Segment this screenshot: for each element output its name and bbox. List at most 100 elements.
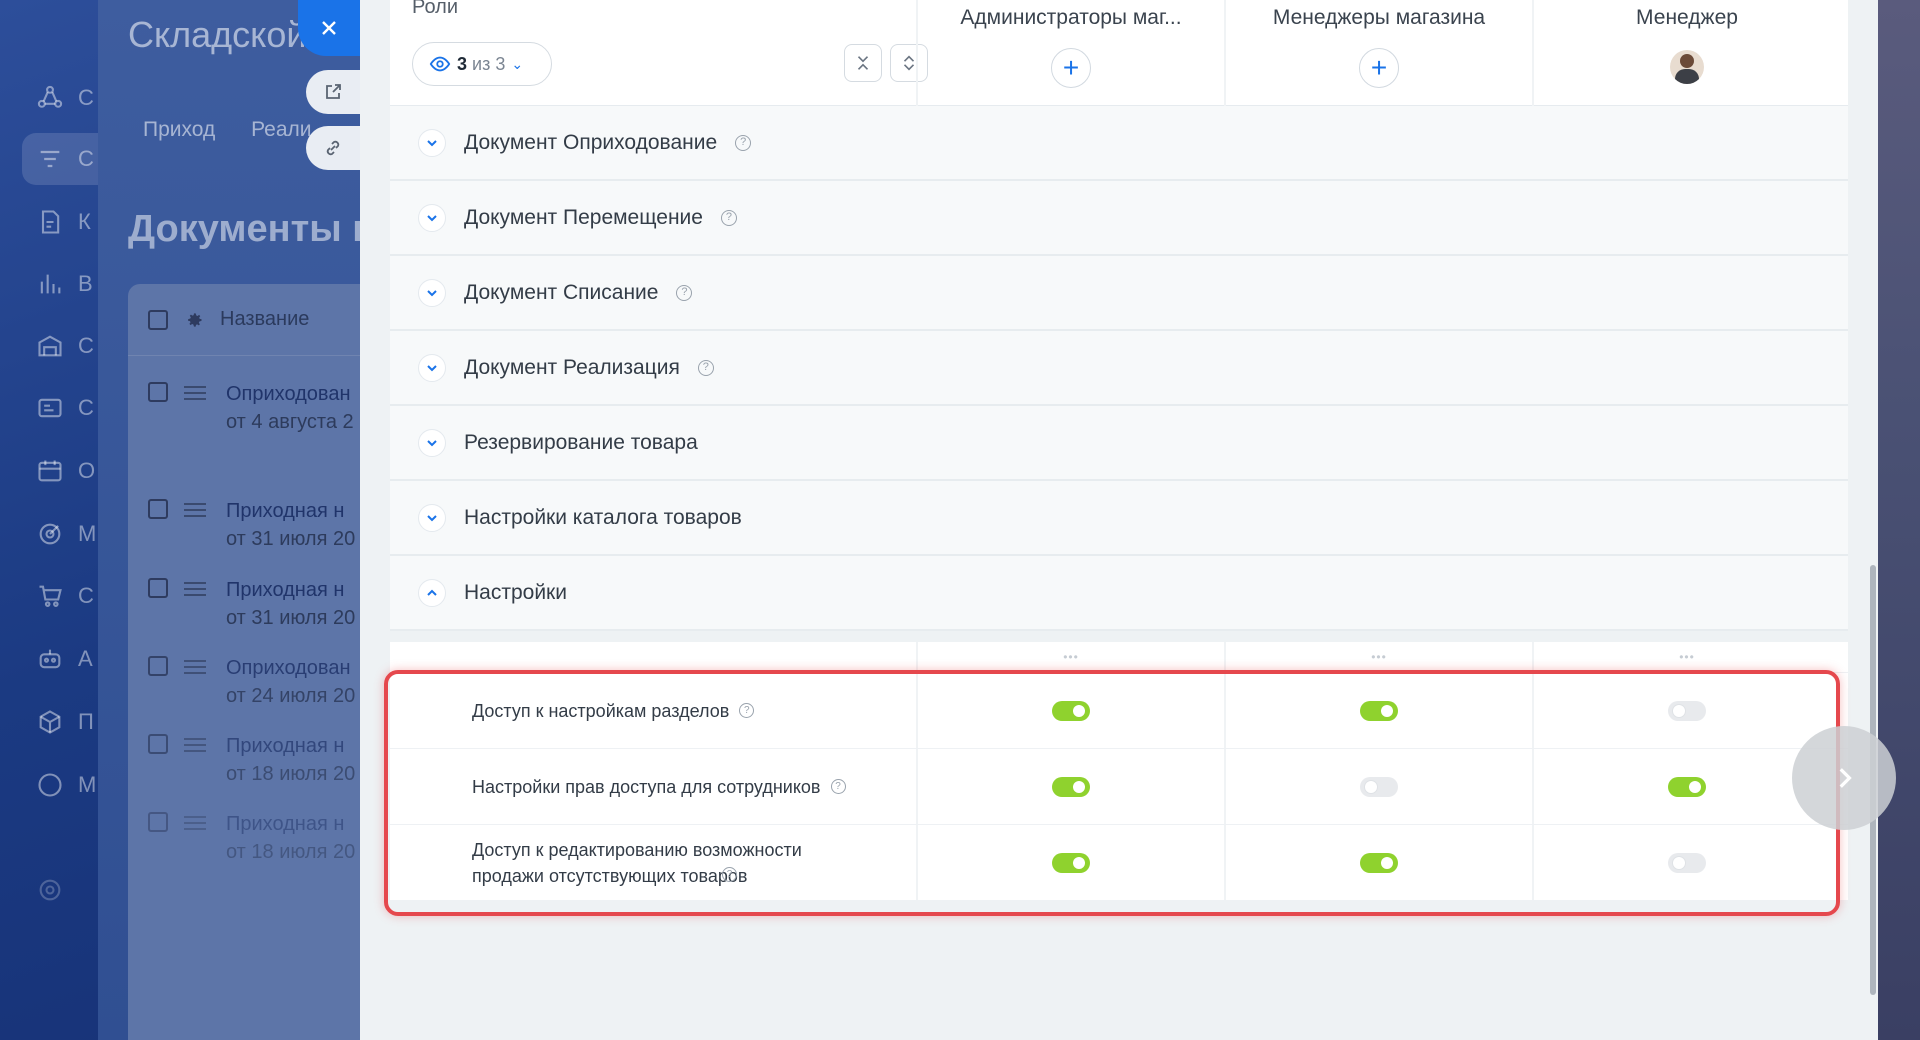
network-icon xyxy=(37,85,63,108)
close-slider-button[interactable] xyxy=(298,0,360,56)
role-name[interactable]: Менеджеры магазина xyxy=(1226,0,1532,30)
rail-item[interactable]: О xyxy=(22,445,98,497)
tab-income[interactable]: Приход xyxy=(143,118,215,141)
avatar[interactable] xyxy=(1670,50,1704,84)
rail-item-settings[interactable] xyxy=(22,864,98,916)
section-label: Настройки xyxy=(464,580,567,604)
section-row[interactable]: Документ Оприходование ? xyxy=(390,106,1848,181)
roles-visibility-selector[interactable]: 3 из 3 ⌄ xyxy=(412,42,552,86)
chevron-down-icon[interactable] xyxy=(418,503,446,532)
plus-icon: + xyxy=(1062,52,1080,83)
rail-item[interactable]: М xyxy=(22,759,98,811)
section-row[interactable]: Документ Реализация ? xyxy=(390,331,1848,406)
menu-icon[interactable] xyxy=(184,386,206,436)
permission-toggle[interactable] xyxy=(1668,776,1706,797)
row-checkbox[interactable] xyxy=(148,812,168,832)
row-checkbox[interactable] xyxy=(148,734,168,754)
chevron-down-icon[interactable] xyxy=(418,353,446,382)
rail-item[interactable]: К xyxy=(22,196,98,248)
copy-link-button[interactable] xyxy=(306,126,360,170)
chevron-down-icon[interactable] xyxy=(418,203,446,232)
filter-icon xyxy=(40,150,60,168)
rail-item[interactable]: М xyxy=(22,508,98,560)
section-row[interactable]: Документ Перемещение ? xyxy=(390,181,1848,256)
permission-toggle[interactable] xyxy=(1668,700,1706,721)
rail-item-active[interactable]: С xyxy=(22,133,98,185)
permission-toggle[interactable] xyxy=(1360,700,1398,721)
chevron-down-icon[interactable] xyxy=(418,128,446,157)
tab-sales[interactable]: Реали xyxy=(251,118,311,141)
table-row[interactable]: Оприходован от 24 июля 20 xyxy=(148,654,355,710)
question-icon[interactable]: ? xyxy=(739,703,755,718)
rail-item[interactable]: С xyxy=(22,72,98,124)
cube-icon xyxy=(39,710,61,734)
question-icon[interactable]: ? xyxy=(676,284,693,301)
more-icon[interactable]: ••• xyxy=(1224,642,1532,672)
more-icon[interactable]: ••• xyxy=(916,642,1224,672)
row-checkbox[interactable] xyxy=(148,578,168,598)
table-row[interactable]: Приходная н от 18 июля 20 xyxy=(148,810,355,866)
permission-toggle[interactable] xyxy=(1668,852,1706,873)
role-name[interactable]: Менеджер xyxy=(1534,0,1840,30)
gear-icon[interactable] xyxy=(184,310,204,330)
calendar-icon xyxy=(38,460,62,482)
question-icon[interactable]: ? xyxy=(735,134,752,151)
permission-toggle[interactable] xyxy=(1052,852,1090,873)
open-in-new-window-button[interactable] xyxy=(306,70,360,114)
eye-icon xyxy=(429,56,451,72)
roles-header: Роли 3 из 3 ⌄ Администраторы маг... + Ме… xyxy=(390,0,1848,106)
permission-toggle[interactable] xyxy=(1360,776,1398,797)
chevron-down-icon[interactable] xyxy=(418,278,446,307)
chevron-down-icon[interactable] xyxy=(418,428,446,457)
role-column-header: Менеджер xyxy=(1532,0,1840,106)
table-row[interactable]: Приходная н от 18 июля 20 xyxy=(148,732,355,788)
permission-label: Настройки прав доступа для сотрудников ? xyxy=(390,749,916,824)
panel-scrollbar[interactable] xyxy=(1868,0,1878,1040)
permission-label: Доступ к редактированию возможности прод… xyxy=(472,839,802,886)
rail-item[interactable]: А xyxy=(22,633,98,685)
table-row[interactable]: Приходная н от 31 июля 20 xyxy=(148,576,355,632)
role-name[interactable]: Администраторы маг... xyxy=(918,0,1224,30)
permission-toggle[interactable] xyxy=(1052,776,1090,797)
section-row[interactable]: Настройки каталога товаров xyxy=(390,481,1848,556)
more-icon[interactable]: ••• xyxy=(1532,642,1840,672)
permission-row: Доступ к редактированию возможности прод… xyxy=(390,824,1848,900)
rail-item[interactable]: С xyxy=(22,382,98,434)
row-checkbox[interactable] xyxy=(148,382,168,402)
row-checkbox[interactable] xyxy=(148,499,168,519)
select-all-checkbox[interactable] xyxy=(148,309,168,330)
menu-icon[interactable] xyxy=(184,660,206,710)
add-member-button[interactable]: + xyxy=(1359,48,1399,88)
menu-icon[interactable] xyxy=(184,738,206,788)
table-row[interactable]: Оприходован от 4 августа 2 xyxy=(148,380,354,436)
menu-icon[interactable] xyxy=(184,582,206,632)
left-rail: С С К В С С О М С А П М xyxy=(0,0,98,1040)
section-row-expanded[interactable]: Настройки xyxy=(390,556,1848,631)
rail-item[interactable]: П xyxy=(22,696,98,748)
collapse-all-button[interactable] xyxy=(844,44,882,82)
question-icon[interactable]: ? xyxy=(720,209,737,226)
question-icon[interactable]: ? xyxy=(722,867,737,882)
menu-icon[interactable] xyxy=(184,816,206,866)
add-member-button[interactable]: + xyxy=(1051,48,1091,88)
question-icon[interactable]: ? xyxy=(830,779,846,794)
section-label: Документ Реализация xyxy=(464,355,680,379)
section-row[interactable]: Документ Списание ? xyxy=(390,256,1848,331)
section-label: Документ Перемещение xyxy=(464,205,703,229)
rail-item[interactable]: С xyxy=(22,570,98,622)
permission-toggle[interactable] xyxy=(1052,700,1090,721)
section-row[interactable]: Резервирование товара xyxy=(390,406,1848,481)
rail-item[interactable]: В xyxy=(22,258,98,310)
settings-permissions-table: ••• ••• ••• Доступ к настройкам разделов… xyxy=(390,642,1848,900)
external-link-icon xyxy=(326,84,341,99)
row-checkbox[interactable] xyxy=(148,656,168,676)
rail-item[interactable]: С xyxy=(22,320,98,372)
permission-toggle[interactable] xyxy=(1360,852,1398,873)
scroll-right-button[interactable] xyxy=(1792,726,1896,830)
menu-icon[interactable] xyxy=(184,503,206,553)
roles-visible-count: 3 xyxy=(457,53,468,74)
question-icon[interactable]: ? xyxy=(697,359,714,376)
table-row[interactable]: Приходная н от 31 июля 20 xyxy=(148,497,355,553)
plus-icon: + xyxy=(1370,52,1388,83)
chevron-up-icon[interactable] xyxy=(418,578,446,607)
